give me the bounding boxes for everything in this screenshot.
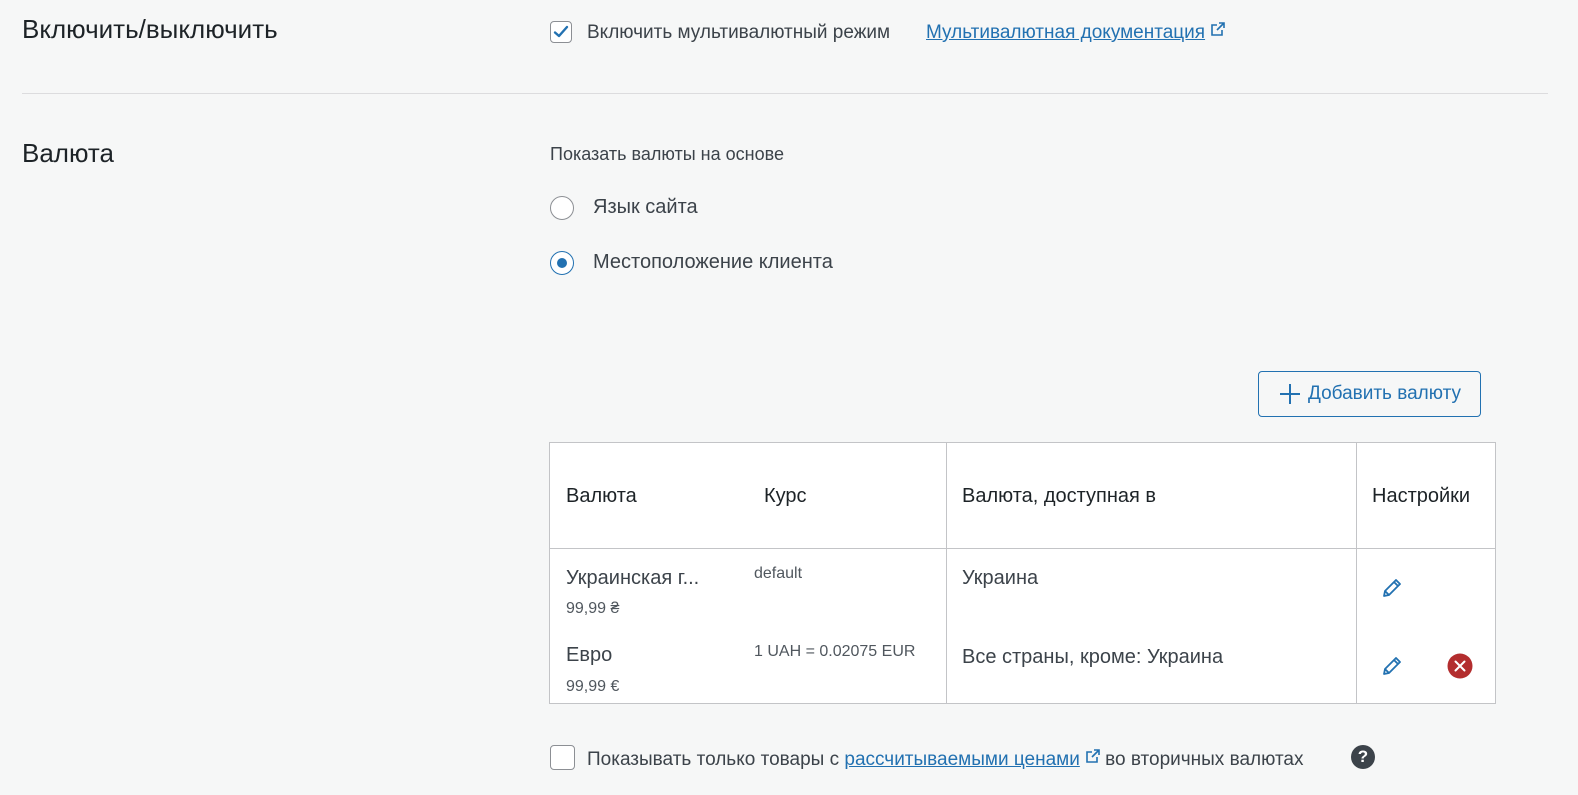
radio-client-location-label: Местоположение клиента	[593, 251, 833, 273]
plus-icon	[1279, 384, 1300, 404]
help-icon[interactable]: ?	[1351, 745, 1375, 769]
row-currency-name: Евро	[566, 644, 613, 666]
enable-section-title: Включить/выключить	[22, 14, 278, 44]
row-currency-name: Украинская г...	[566, 567, 700, 589]
show-only-calculated-prefix: Показывать только товары с	[587, 749, 840, 770]
checkmark-icon	[553, 25, 569, 38]
external-link-icon	[1086, 749, 1100, 763]
add-currency-button[interactable]: Добавить валюту	[1258, 371, 1481, 417]
radio-selected-dot	[557, 258, 567, 268]
currency-table: Валюта Курс Валюта, доступная в Настройк…	[549, 442, 1496, 704]
table-header-divider	[550, 548, 1495, 549]
table-column-divider	[946, 443, 947, 703]
section-divider	[22, 93, 1548, 94]
row-currency-price: 99,99 ₴	[566, 600, 620, 617]
calculated-prices-link[interactable]: рассчитываемыми ценами	[844, 749, 1079, 770]
radio-site-language-label: Язык сайта	[593, 196, 698, 218]
header-currency: Валюта	[566, 485, 637, 507]
edit-pencil-icon[interactable]	[1380, 576, 1404, 600]
row-available-in: Все страны, кроме: Украина	[962, 646, 1224, 668]
show-based-on-label: Показать валюты на основе	[550, 144, 784, 164]
external-link-icon	[1211, 22, 1225, 36]
header-available-in: Валюта, доступная в	[962, 485, 1157, 507]
enable-multicurrency-checkbox[interactable]	[550, 21, 572, 43]
currency-section-title: Валюта	[22, 138, 114, 168]
edit-pencil-icon[interactable]	[1380, 654, 1404, 678]
header-settings: Настройки	[1372, 485, 1471, 507]
delete-currency-icon[interactable]	[1447, 653, 1473, 679]
multicurrency-doc-link-wrap: Мультивалютная документация	[926, 22, 1225, 44]
add-currency-label: Добавить валюту	[1307, 383, 1462, 404]
show-only-calculated-suffix: во вторичных валютах	[1105, 749, 1304, 770]
radio-client-location[interactable]	[550, 251, 574, 275]
enable-multicurrency-label: Включить мультивалютный режим	[587, 22, 891, 43]
row-currency-price: 99,99 €	[566, 678, 620, 695]
table-column-divider	[1356, 443, 1357, 703]
row-currency-rate: default	[754, 565, 803, 582]
row-available-in: Украина	[962, 567, 1039, 589]
radio-site-language[interactable]	[550, 196, 574, 220]
show-only-calculated-row: Показывать только товары с рассчитываемы…	[587, 749, 1304, 771]
header-rate: Курс	[764, 485, 807, 507]
multicurrency-doc-link[interactable]: Мультивалютная документация	[926, 22, 1205, 43]
show-only-calculated-checkbox[interactable]	[550, 745, 575, 770]
row-currency-rate: 1 UAH = 0.02075 EUR	[754, 643, 916, 660]
